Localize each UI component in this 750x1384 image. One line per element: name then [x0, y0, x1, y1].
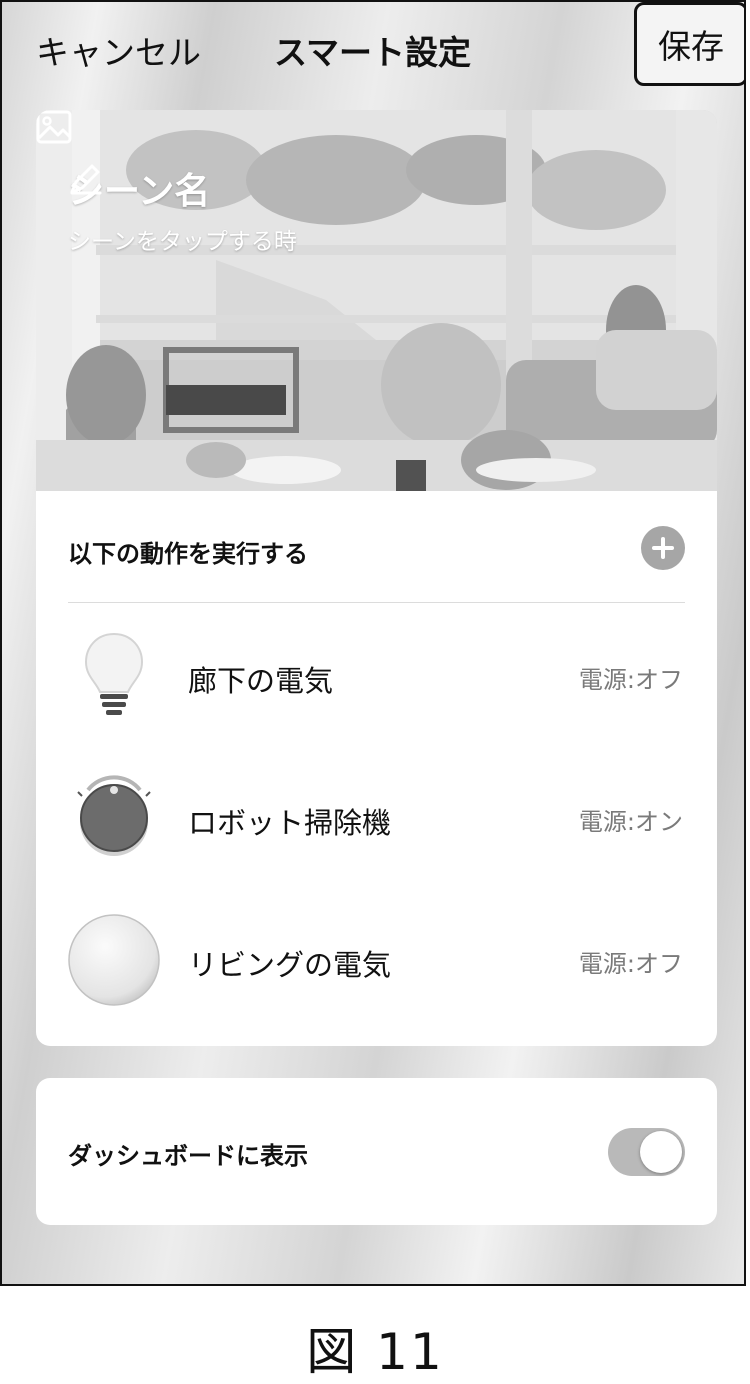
device-name: 廊下の電気 — [188, 664, 334, 698]
top-bar: キャンセル スマート設定 保存 — [2, 2, 744, 94]
device-name: ロボット掃除機 — [188, 806, 392, 840]
robot-vacuum-icon — [77, 775, 151, 856]
actions-heading: 以下の動作を実行する — [68, 540, 308, 568]
show-on-dashboard-label: ダッシュボードに表示 — [68, 1142, 308, 1170]
action-row-robot-vacuum[interactable]: ロボット掃除機 電源:オン — [36, 762, 717, 872]
change-image-icon[interactable] — [36, 110, 72, 144]
action-row-living-light[interactable]: リビングの電気 電源:オフ — [36, 904, 717, 1014]
device-state: 電源:オフ — [578, 950, 683, 978]
light-bulb-icon — [84, 632, 144, 715]
toggle-knob — [640, 1131, 682, 1173]
show-on-dashboard-toggle[interactable] — [608, 1128, 685, 1176]
ceiling-light-icon — [68, 914, 160, 1006]
device-state: 電源:オフ — [578, 666, 683, 694]
action-row-hallway-light[interactable]: 廊下の電気 電源:オフ — [36, 620, 717, 730]
add-action-button[interactable] — [641, 526, 685, 570]
dashboard-card: ダッシュボードに表示 — [36, 1078, 717, 1225]
scene-cover-image[interactable]: シーン名 シーンをタップする時 — [36, 110, 717, 491]
save-button[interactable]: 保存 — [634, 2, 744, 86]
page-title: スマート設定 — [274, 33, 472, 72]
scene-card: シーン名 シーンをタップする時 以下の動作を実行する 廊下の電気 電源:オフ ロ… — [36, 110, 717, 1046]
phone-screen: キャンセル スマート設定 保存 シーン名 シーンをタップする時 以下の動作を実行… — [0, 0, 746, 1286]
figure-caption: 図 11 — [306, 1323, 444, 1381]
divider — [68, 602, 685, 603]
cancel-button[interactable]: キャンセル — [36, 26, 201, 74]
scene-name[interactable]: シーン名 — [68, 162, 210, 214]
edit-pencil-icon[interactable] — [68, 162, 102, 196]
device-state: 電源:オン — [578, 808, 683, 836]
device-name: リビングの電気 — [188, 948, 392, 982]
scene-trigger-text: シーンをタップする時 — [68, 229, 297, 255]
